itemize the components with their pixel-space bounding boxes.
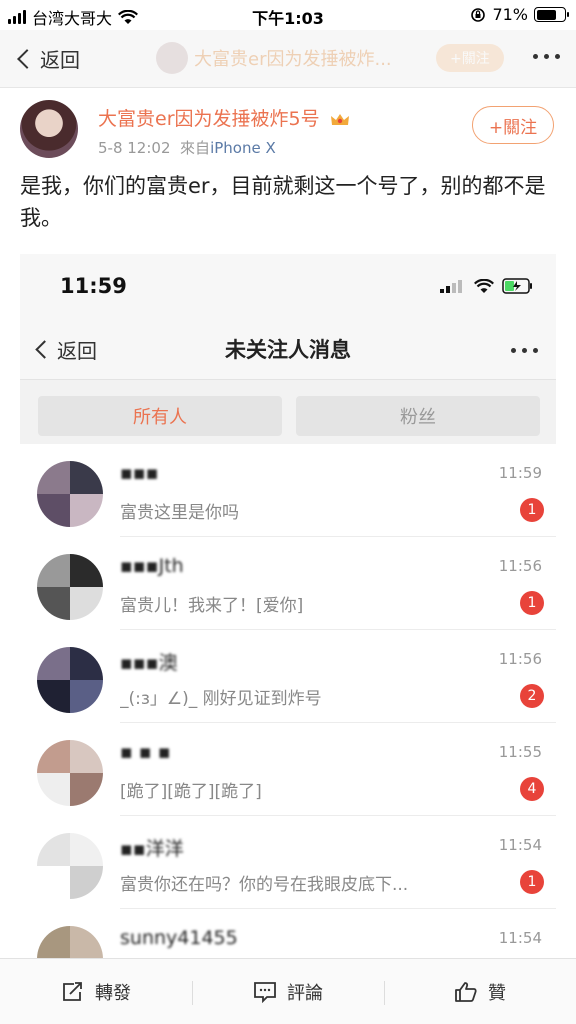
author-avatar[interactable] <box>20 100 78 158</box>
list-item: ▪▪▪ 富贵这里是你吗 11:59 1 <box>20 444 556 537</box>
avatar <box>156 42 188 74</box>
avatar <box>37 461 103 527</box>
post-text: 是我，你们的富贵er，目前就剩这一个号了，别的都不是我。 <box>20 174 546 230</box>
contact-name: ▪▪▪Jth <box>120 555 184 577</box>
shot-title: 未关注人消息 <box>225 338 351 362</box>
unread-badge: 1 <box>520 498 544 522</box>
author-name[interactable]: 大富贵er因为发捶被炸5号 <box>98 104 350 131</box>
orientation-lock-icon <box>471 7 486 22</box>
thumbs-up-icon <box>455 981 477 1002</box>
shot-status-bar: 11:59 <box>20 254 556 318</box>
battery-percent: 71% <box>492 5 528 24</box>
post-source[interactable]: iPhone X <box>210 139 276 157</box>
shot-time: 11:59 <box>60 274 127 298</box>
unread-badge: 2 <box>520 684 544 708</box>
crown-icon <box>330 113 349 125</box>
chevron-left-icon <box>17 48 37 69</box>
message-preview: [跪了][跪了][跪了] <box>120 782 262 802</box>
more-icon <box>511 348 538 353</box>
status-bar: 台湾大哥大 下午1:03 71% <box>0 0 576 30</box>
avatar <box>37 926 103 958</box>
shot-tabs: 所有人 粉丝 <box>20 381 556 443</box>
embedded-screenshot[interactable]: 11:59 返回 未关注人消息 所有人 粉丝 ▪▪▪ 富贵这里是你吗 11:59 1 ▪… <box>20 254 556 958</box>
contact-name: ▪▪▪ <box>120 462 159 484</box>
message-time: 11:56 <box>498 557 542 575</box>
contact-name: sunny41455 <box>120 927 238 949</box>
nav-bar: 返回 大富贵er因为发捶被炸... +關注 <box>0 30 576 88</box>
nav-author-summary[interactable]: 大富贵er因为发捶被炸... +關注 <box>156 42 504 74</box>
follow-button[interactable]: +關注 <box>472 106 554 144</box>
back-button[interactable]: 返回 <box>14 44 80 73</box>
avatar <box>37 647 103 713</box>
repost-button[interactable]: 轉發 <box>0 959 192 1024</box>
comment-button[interactable]: 評論 <box>192 959 384 1024</box>
avatar <box>37 833 103 899</box>
comment-icon <box>254 981 276 1003</box>
repost-label: 轉發 <box>95 982 131 1004</box>
comment-label: 評論 <box>287 982 323 1004</box>
message-time: 11:59 <box>498 464 542 482</box>
message-time: 11:54 <box>498 929 542 947</box>
bottom-toolbar: 轉發 評論 贊 <box>0 958 576 1024</box>
tab-all: 所有人 <box>38 396 282 436</box>
battery-icon <box>534 7 569 22</box>
unread-badge: 1 <box>520 591 544 615</box>
unread-badge: 4 <box>520 777 544 801</box>
list-item: sunny41455 11:54 <box>20 909 556 958</box>
avatar <box>37 554 103 620</box>
list-item: ▪▪▪Jth 富贵儿！我来了！[爱你] 11:56 1 <box>20 537 556 630</box>
author-name-text: 大富贵er因为发捶被炸5号 <box>98 108 320 130</box>
post-header: 大富贵er因为发捶被炸5号 5-8 12:02 來自iPhone X +關注 <box>0 88 576 166</box>
contact-name: ▪ ▪ ▪ <box>120 741 171 763</box>
back-label: 返回 <box>40 48 80 72</box>
message-preview: 富贵儿！我来了！[爱你] <box>120 596 304 616</box>
like-label: 贊 <box>488 982 506 1004</box>
nav-title: 大富贵er因为发捶被炸... <box>194 49 392 70</box>
message-time: 11:56 <box>498 650 542 668</box>
list-item: ▪▪▪澳 _(:з」∠)_ 刚好见证到炸号 11:56 2 <box>20 630 556 723</box>
wifi-icon <box>474 278 494 293</box>
more-icon[interactable] <box>533 54 560 59</box>
avatar <box>37 740 103 806</box>
status-right: 71% <box>470 5 569 24</box>
shot-status-icons <box>440 278 534 294</box>
nav-follow-button[interactable]: +關注 <box>436 44 504 72</box>
contact-name: ▪▪洋洋 <box>120 838 184 860</box>
list-item: ▪▪洋洋富贵你还在吗？你的号在我眼皮底下... 11:54 1 <box>20 816 556 909</box>
unread-badge: 1 <box>520 870 544 894</box>
contact-name: ▪▪▪澳 <box>120 652 178 674</box>
tab-fans: 粉丝 <box>296 396 540 436</box>
list-item: ▪ ▪ ▪ [跪了][跪了][跪了] 11:55 4 <box>20 723 556 816</box>
repost-icon <box>63 981 82 1001</box>
message-time: 11:54 <box>498 836 542 854</box>
message-time: 11:55 <box>498 743 542 761</box>
like-button[interactable]: 贊 <box>384 959 576 1024</box>
message-preview: _(:з」∠)_ 刚好见证到炸号 <box>120 689 322 709</box>
source-prefix: 來自 <box>180 139 211 157</box>
message-preview: 富贵你还在吗？你的号在我眼皮底下... <box>120 875 409 895</box>
shot-nav-bar: 返回 未关注人消息 <box>20 318 556 380</box>
post-date: 5-8 12:02 <box>98 139 171 157</box>
message-preview: 富贵这里是你吗 <box>120 503 239 523</box>
battery-charging-icon <box>502 278 532 294</box>
message-list: ▪▪▪ 富贵这里是你吗 11:59 1 ▪▪▪Jth 富贵儿！我来了！[爱你] 11:56 1… <box>20 444 556 958</box>
signal-icon <box>440 280 462 293</box>
post-meta: 5-8 12:02 來自iPhone X <box>98 137 276 158</box>
